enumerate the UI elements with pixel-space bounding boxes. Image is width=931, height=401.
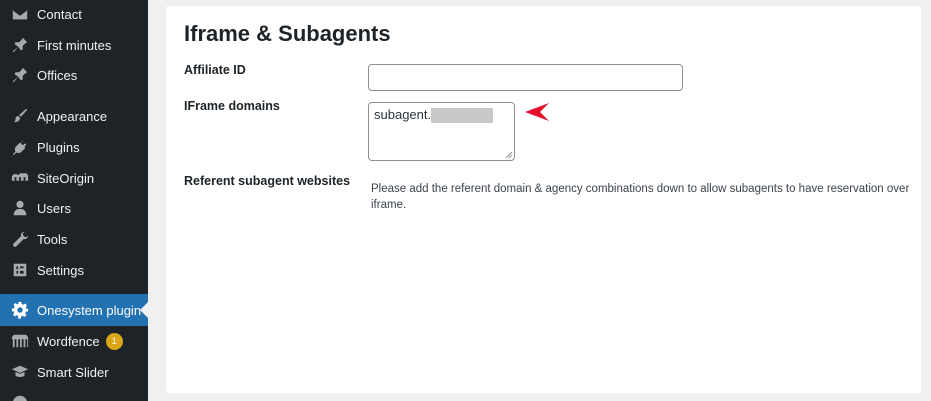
wordfence-icon <box>10 331 30 351</box>
graduation-cap-icon <box>10 362 30 382</box>
sidebar-item-smart-slider[interactable]: Smart Slider <box>0 356 148 388</box>
admin-sidebar: Contact First minutes Offices Appearance… <box>0 0 148 401</box>
page-title: Iframe & Subagents <box>184 21 391 46</box>
settings-icon <box>10 260 30 280</box>
sidebar-item-first-minutes[interactable]: First minutes <box>0 29 148 61</box>
sidebar-item-offices[interactable]: Offices <box>0 59 148 91</box>
sidebar-item-label: Plugins <box>37 139 80 155</box>
sidebar-item-label: Smart Slider <box>37 364 109 380</box>
sidebar-item-settings[interactable]: Settings <box>0 254 148 286</box>
circle-icon <box>10 393 30 401</box>
sidebar-item-label: SiteOrigin <box>37 170 95 186</box>
sidebar-item-label: Contact <box>37 6 82 22</box>
red-arrow-annotation <box>525 103 549 121</box>
sidebar-item-label: Tools <box>37 231 68 247</box>
sidebar-item-tools[interactable]: Tools <box>0 223 148 255</box>
settings-card: Iframe & Subagents Affiliate ID IFrame d… <box>166 6 921 393</box>
siteorigin-icon <box>10 168 30 188</box>
sidebar-item-partial[interactable] <box>0 387 148 401</box>
sidebar-item-users[interactable]: Users <box>0 192 148 224</box>
sidebar-item-appearance[interactable]: Appearance <box>0 100 148 132</box>
envelope-icon <box>10 4 30 24</box>
sidebar-item-wordfence[interactable]: Wordfence 1 <box>0 325 148 357</box>
referent-subagent-label: Referent subagent websites <box>184 174 351 188</box>
redacted-block <box>431 108 494 123</box>
iframe-domains-label: IFrame domains <box>184 99 280 113</box>
sidebar-item-label: Wordfence <box>37 333 100 349</box>
pin-icon <box>10 65 30 85</box>
referent-subagent-description: Please add the referent domain & agency … <box>371 183 910 211</box>
affiliate-id-label: Affiliate ID <box>184 63 246 77</box>
sidebar-item-label: Settings <box>37 262 84 278</box>
gear-icon <box>10 300 30 320</box>
sidebar-item-siteorigin[interactable]: SiteOrigin <box>0 162 148 194</box>
affiliate-id-input[interactable] <box>368 64 683 91</box>
plug-icon <box>10 137 30 157</box>
user-icon <box>10 198 30 218</box>
sidebar-item-plugins[interactable]: Plugins <box>0 131 148 163</box>
sidebar-item-label: Onesystem plugin <box>37 302 142 318</box>
sidebar-item-label: Users <box>37 200 71 216</box>
sidebar-item-onesystem-plugin[interactable]: Onesystem plugin <box>0 294 148 326</box>
wrench-icon <box>10 229 30 249</box>
textarea-value: subagent. <box>374 107 432 122</box>
iframe-domains-textarea[interactable]: subagent. <box>368 102 515 161</box>
pin-icon <box>10 35 30 55</box>
sidebar-item-label: Appearance <box>37 108 108 124</box>
sidebar-item-contact[interactable]: Contact <box>0 0 148 30</box>
sidebar-item-label: Offices <box>37 67 78 83</box>
update-count-badge: 1 <box>105 332 123 350</box>
sidebar-item-label: First minutes <box>37 37 112 53</box>
paintbrush-icon <box>10 106 30 126</box>
resize-grip-icon[interactable] <box>505 151 513 159</box>
